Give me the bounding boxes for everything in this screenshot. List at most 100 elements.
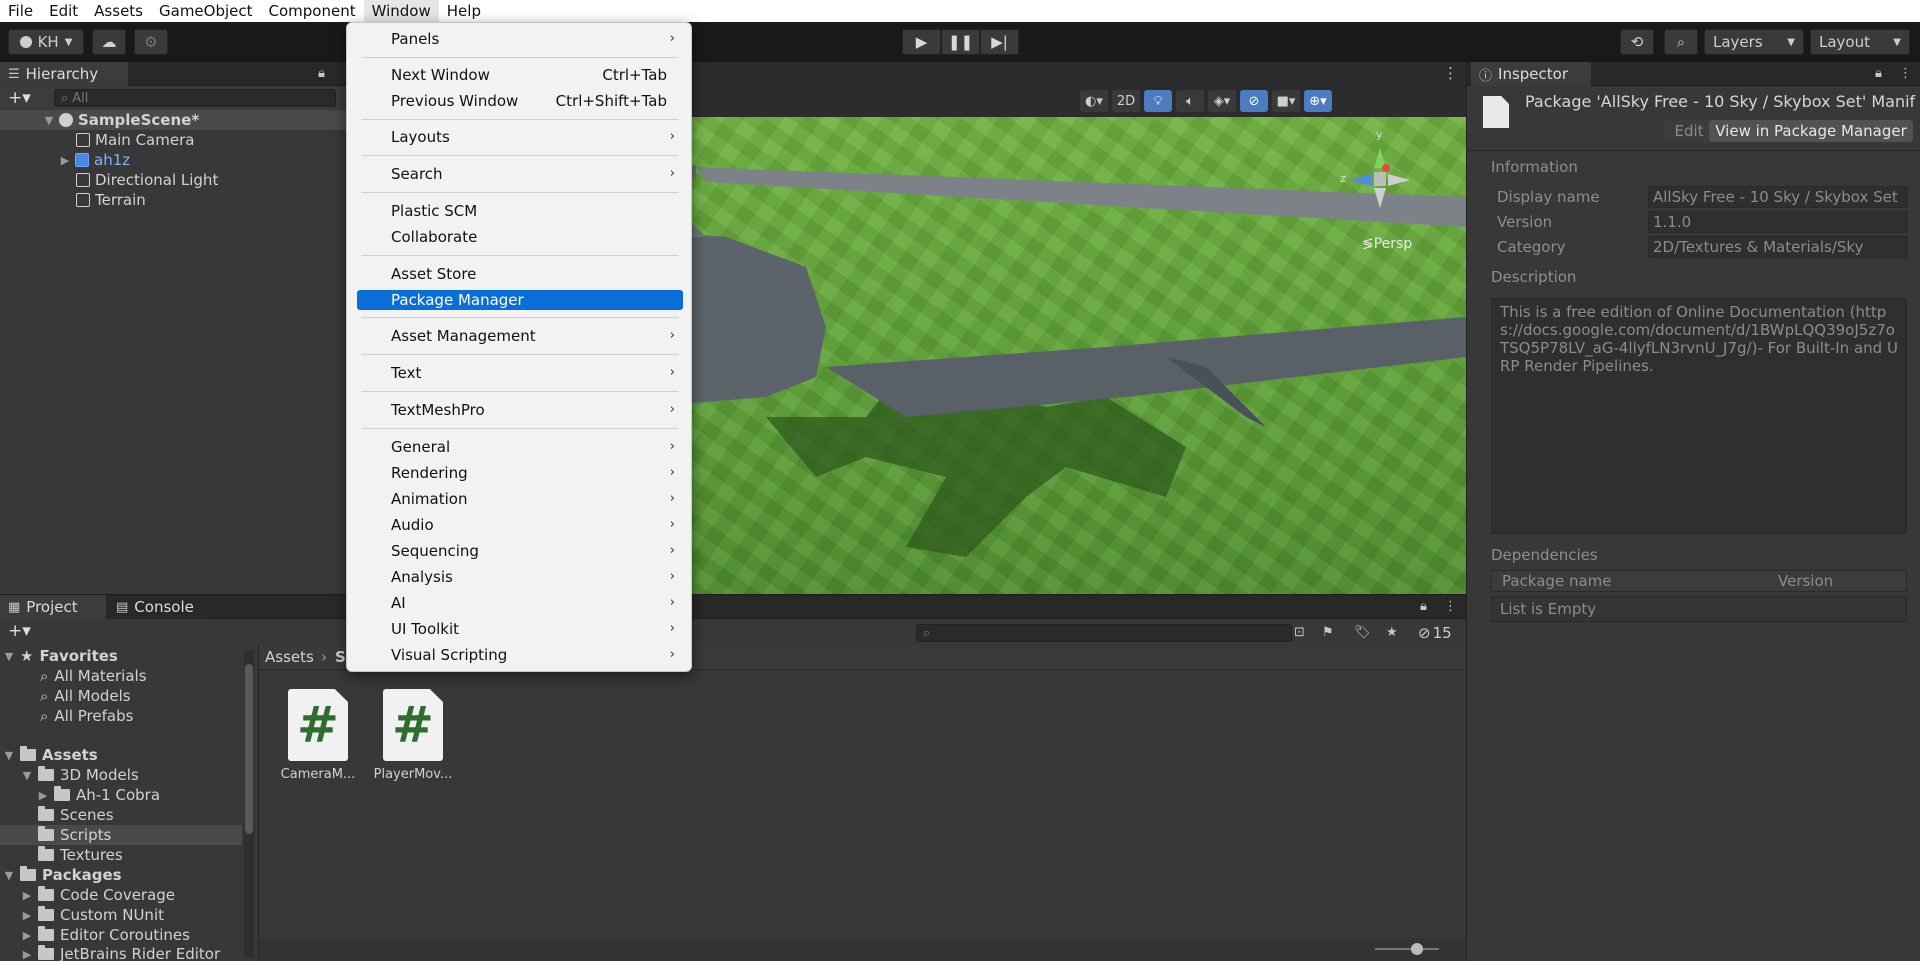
hidden-packages-toggle[interactable]: ⊘ 15 [1418, 624, 1452, 642]
collab-button[interactable]: ⚙ [134, 29, 168, 55]
draw-mode-button[interactable]: ◐▾ [1080, 90, 1108, 112]
gizmos-button[interactable]: ⊕▾ [1304, 90, 1332, 112]
step-button[interactable]: ▶| [980, 29, 1019, 55]
csharp-script-icon[interactable]: # [383, 689, 443, 761]
breadcrumb-current[interactable]: S [335, 648, 346, 666]
menu-assets[interactable]: Assets [86, 0, 151, 22]
view-in-package-manager-button[interactable]: View in Package Manager [1709, 120, 1913, 142]
history-button[interactable]: ⟲ [1620, 29, 1654, 55]
2d-toggle[interactable]: 2D [1112, 90, 1140, 112]
menu-item-audio[interactable]: Audio › [357, 515, 683, 535]
filter-icon[interactable]: ⚑ [1322, 625, 1334, 640]
file-camera-label[interactable]: CameraM... [278, 767, 358, 782]
menu-gameobject[interactable]: GameObject [151, 0, 261, 22]
hierarchy-item-directional-light[interactable]: Directional Light [0, 170, 346, 190]
hierarchy-item-terrain[interactable]: Terrain [0, 190, 346, 210]
folder-3d-models[interactable]: ▼ 3D Models [22, 765, 139, 785]
package-jetbrains-rider[interactable]: ▶ JetBrains Rider Editor [22, 944, 220, 961]
menu-item-panels[interactable]: Panels › [357, 29, 683, 49]
menu-window[interactable]: Window [363, 0, 439, 22]
audio-toggle[interactable]: 🔈︎ [1176, 90, 1204, 112]
assets-folder[interactable]: ▼ Assets [4, 745, 98, 765]
menu-item-ai[interactable]: AI › [357, 593, 683, 613]
breadcrumb-assets[interactable]: Assets [265, 648, 314, 666]
projection-label[interactable]: ≶Persp [1362, 236, 1412, 252]
menu-item-previous-window[interactable]: Previous Window Ctrl+Shift+Tab [357, 91, 683, 111]
tab-project[interactable]: ▦ Project [0, 595, 106, 619]
tree-scrollbar[interactable] [244, 650, 254, 958]
gameobject-icon [76, 133, 90, 147]
folder-scripts[interactable]: Scripts [38, 825, 111, 845]
favorite-all-models[interactable]: ⌕ All Models [40, 686, 131, 706]
lock-icon[interactable]: 🔒︎ [1875, 66, 1882, 81]
hidden-objects-toggle[interactable]: ⊘ [1240, 90, 1268, 112]
layout-dropdown[interactable]: Layout ▼ [1810, 29, 1910, 55]
file-player-label[interactable]: PlayerMov... [373, 767, 453, 782]
star-icon[interactable]: ★ [1386, 625, 1398, 640]
hierarchy-item-main-camera[interactable]: Main Camera [0, 130, 346, 150]
menu-item-search[interactable]: Search › [357, 164, 683, 184]
tab-console[interactable]: ▤ Console [108, 595, 212, 619]
pause-button[interactable]: ❚❚ [941, 29, 980, 55]
menu-component[interactable]: Component [261, 0, 364, 22]
menu-item-visual-scripting[interactable]: Visual Scripting › [357, 645, 683, 665]
orientation-gizmo[interactable]: y z [1340, 128, 1420, 218]
add-icon[interactable]: +▾ [8, 88, 31, 108]
more-options-icon[interactable]: ⋮ [1444, 599, 1457, 614]
menu-item-layouts[interactable]: Layouts › [357, 127, 683, 147]
lock-icon[interactable]: 🔒︎ [1420, 599, 1427, 614]
camera-button[interactable]: ■▾ [1272, 90, 1300, 112]
menu-item-next-window[interactable]: Next Window Ctrl+Tab [357, 65, 683, 85]
package-editor-coroutines[interactable]: ▶ Editor Coroutines [22, 925, 190, 945]
lighting-toggle[interactable]: 💡︎ [1144, 90, 1172, 112]
zoom-slider-track[interactable] [1375, 948, 1439, 950]
layers-dropdown[interactable]: Layers ▼ [1704, 29, 1804, 55]
scrollbar-thumb[interactable] [245, 664, 253, 834]
package-custom-nunit[interactable]: ▶ Custom NUnit [22, 905, 164, 925]
search-by-type-icon[interactable]: ⊡ [1294, 625, 1305, 640]
folder-scenes[interactable]: Scenes [38, 805, 114, 825]
tab-hierarchy[interactable]: ☰ Hierarchy [0, 62, 128, 86]
account-dropdown[interactable]: KH ▼ [8, 29, 84, 55]
folder-textures[interactable]: Textures [38, 845, 123, 865]
favorites-folder[interactable]: ▼ ★ Favorites [4, 646, 118, 666]
effects-toggle[interactable]: ◈▾ [1208, 90, 1236, 112]
menu-item-package-manager[interactable]: Package Manager [357, 290, 683, 310]
menu-file[interactable]: File [0, 0, 41, 22]
zoom-slider-thumb[interactable] [1411, 943, 1423, 955]
search-button[interactable]: ⌕ [1664, 29, 1698, 55]
create-asset-icon[interactable]: +▾ [8, 621, 31, 641]
menu-item-asset-management[interactable]: Asset Management › [357, 326, 683, 346]
menu-item-asset-store[interactable]: Asset Store [357, 264, 683, 284]
menu-item-rendering[interactable]: Rendering › [357, 463, 683, 483]
menu-item-text[interactable]: Text › [357, 363, 683, 383]
lock-icon[interactable]: 🔒︎ [318, 66, 325, 81]
menu-item-animation[interactable]: Animation › [357, 489, 683, 509]
menu-item-analysis[interactable]: Analysis › [357, 567, 683, 587]
scene-row[interactable]: ▼ SampleScene* [0, 110, 346, 130]
hierarchy-search-input[interactable]: ⌕ All [54, 89, 336, 107]
menu-item-ui-toolkit[interactable]: UI Toolkit › [357, 619, 683, 639]
project-search-input[interactable]: ⌕ [916, 624, 1292, 642]
edit-button[interactable]: Edit [1663, 120, 1715, 142]
packages-folder[interactable]: ▼ Packages [4, 865, 122, 885]
label-icon[interactable]: 🏷︎ [1354, 625, 1371, 640]
play-button[interactable]: ▶ [902, 29, 941, 55]
favorite-all-materials[interactable]: ⌕ All Materials [40, 666, 147, 686]
menu-help[interactable]: Help [439, 0, 489, 22]
menu-item-textmeshpro[interactable]: TextMeshPro › [357, 400, 683, 420]
menu-item-sequencing[interactable]: Sequencing › [357, 541, 683, 561]
menu-item-plastic-scm[interactable]: Plastic SCM [357, 201, 683, 221]
menu-edit[interactable]: Edit [41, 0, 86, 22]
folder-ah1-cobra[interactable]: ▶ Ah-1 Cobra [38, 785, 160, 805]
more-options-icon[interactable]: ⋮ [1443, 64, 1458, 82]
csharp-script-icon[interactable]: # [288, 689, 348, 761]
menu-item-collaborate[interactable]: Collaborate [357, 227, 683, 247]
tab-inspector[interactable]: ⓘ Inspector [1471, 62, 1591, 86]
hierarchy-item-ah1z[interactable]: ▶ ah1z [0, 150, 346, 170]
favorite-all-prefabs[interactable]: ⌕ All Prefabs [40, 706, 133, 726]
cloud-button[interactable]: ☁ [92, 29, 126, 55]
more-options-icon[interactable]: ⋮ [1899, 66, 1912, 81]
package-code-coverage[interactable]: ▶ Code Coverage [22, 885, 175, 905]
menu-item-general[interactable]: General › [357, 437, 683, 457]
